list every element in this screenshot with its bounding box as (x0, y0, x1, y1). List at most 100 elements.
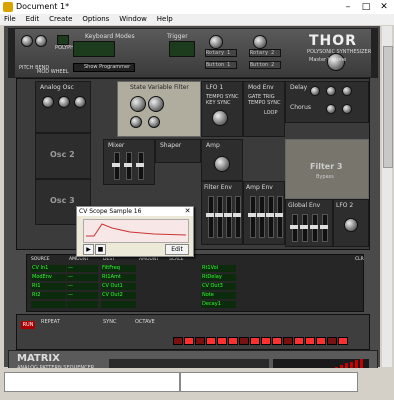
pitch-knob[interactable] (21, 35, 33, 47)
step-button[interactable] (305, 337, 315, 345)
amp-knob[interactable] (214, 156, 230, 172)
step-button[interactable] (239, 337, 249, 345)
chorus-knob-1[interactable] (326, 104, 336, 114)
step-button[interactable] (327, 337, 337, 345)
stop-button[interactable]: ■ (95, 244, 106, 255)
step-button[interactable] (217, 337, 227, 345)
mod-source[interactable]: Rt2 (31, 292, 66, 299)
mod-source-right[interactable]: Rt1Vol (201, 265, 236, 272)
mod-source-right[interactable]: RtDelay (201, 274, 236, 281)
transport-right-field[interactable] (180, 372, 358, 392)
global-env-slider-4[interactable] (320, 214, 328, 242)
filter-env-r[interactable] (233, 196, 241, 238)
rotary2-knob[interactable] (253, 35, 267, 49)
mod-source[interactable] (31, 301, 66, 308)
mod-dest[interactable]: Rt1Amt (101, 274, 136, 281)
mod-dest[interactable]: FiltFreq (101, 265, 136, 272)
maximize-button[interactable]: □ (358, 1, 374, 13)
menu-edit[interactable]: Edit (22, 14, 44, 24)
mod-source-right[interactable]: Note (201, 292, 236, 299)
filter-env-knob[interactable] (148, 116, 160, 128)
mod-source[interactable]: CV In1 (31, 265, 66, 272)
mod-env-tempo-sync[interactable]: TEMPO SYNC (248, 100, 281, 106)
play-button[interactable]: ▶ (83, 244, 94, 255)
lfo1-rate-knob[interactable] (212, 110, 228, 126)
step-button[interactable] (283, 337, 293, 345)
filter-freq-knob[interactable] (130, 96, 146, 112)
mixer-slider-2[interactable] (124, 152, 132, 180)
filter-env-s[interactable] (224, 196, 232, 238)
step-button[interactable] (195, 337, 205, 345)
filter-drive-knob[interactable] (130, 116, 142, 128)
mod-dest[interactable]: CV Out2 (101, 292, 136, 299)
mod-amount[interactable]: — (67, 265, 98, 272)
amp-env-d[interactable] (257, 196, 265, 238)
osc-knob-3[interactable] (74, 96, 86, 108)
mod-source[interactable]: ModEnv (31, 274, 66, 281)
step-button[interactable] (173, 337, 183, 345)
chorus-knob-2[interactable] (342, 104, 352, 114)
mod-source-right[interactable]: Decay1 (201, 301, 236, 308)
mod-row[interactable]: Rt2 — CV Out2 Note (29, 292, 361, 300)
step-button[interactable] (250, 337, 260, 345)
mixer-slider-1[interactable] (112, 152, 120, 180)
filter-res-knob[interactable] (148, 96, 164, 112)
step-button[interactable] (228, 337, 238, 345)
lfo1-key-sync[interactable]: KEY SYNC (206, 100, 231, 106)
mod-knob[interactable] (35, 35, 47, 47)
step-button[interactable] (184, 337, 194, 345)
mod-amount[interactable]: — (67, 292, 98, 299)
mod-row[interactable]: CV In1 — FiltFreq Rt1Vol (29, 265, 361, 273)
amp-env-a[interactable] (248, 196, 256, 238)
close-button[interactable]: ✕ (376, 1, 392, 13)
menu-options[interactable]: Options (78, 14, 113, 24)
run-button[interactable]: RUN (21, 321, 35, 329)
step-button[interactable] (316, 337, 326, 345)
amp-env-r[interactable] (275, 196, 283, 238)
mod-row[interactable]: Decay1 (29, 301, 361, 309)
transport-left-field[interactable] (4, 372, 180, 392)
mod-row[interactable]: Rt1 — CV Out1 CV Out3 (29, 283, 361, 291)
mod-source[interactable]: Rt1 (31, 283, 66, 290)
global-env-slider-1[interactable] (290, 214, 298, 242)
mod-amount[interactable]: — (67, 283, 98, 290)
mod-dest[interactable] (101, 301, 136, 308)
step-button[interactable] (272, 337, 282, 345)
lfo2-rate-knob[interactable] (344, 218, 358, 232)
step-button[interactable] (261, 337, 271, 345)
minimize-button[interactable]: – (340, 1, 356, 13)
menu-window[interactable]: Window (115, 14, 151, 24)
global-env-slider-3[interactable] (310, 214, 318, 242)
step-button[interactable] (206, 337, 216, 345)
mixer-slider-3[interactable] (136, 152, 144, 180)
menu-file[interactable]: File (0, 14, 20, 24)
filter-env-a[interactable] (206, 196, 214, 238)
step-button[interactable] (294, 337, 304, 345)
scrollbar-thumb[interactable] (383, 46, 393, 168)
delay-knob-3[interactable] (342, 86, 352, 96)
mod-dest[interactable]: CV Out1 (101, 283, 136, 290)
menu-create[interactable]: Create (45, 14, 76, 24)
step-button[interactable] (338, 337, 348, 345)
mod-env-loop[interactable]: LOOP (264, 110, 278, 116)
amp-env-s[interactable] (266, 196, 274, 238)
filter-env-d[interactable] (215, 196, 223, 238)
trigger-panel[interactable] (169, 41, 195, 57)
mod-amount[interactable] (67, 301, 98, 308)
menu-help[interactable]: Help (153, 14, 177, 24)
global-env-slider-2[interactable] (300, 214, 308, 242)
vertical-scrollbar[interactable] (382, 26, 393, 367)
keyboard-modes-panel[interactable] (73, 41, 115, 57)
mod-row[interactable]: ModEnv — Rt1Amt RtDelay (29, 274, 361, 282)
close-icon[interactable]: ✕ (183, 207, 192, 216)
filter3-bypass[interactable]: Bypass (316, 174, 334, 180)
rotary1-knob[interactable] (209, 35, 223, 49)
mod-amount[interactable]: — (67, 274, 98, 281)
delay-knob-2[interactable] (326, 86, 336, 96)
osc-knob-2[interactable] (58, 96, 70, 108)
osc-knob-1[interactable] (42, 96, 54, 108)
mod-source-right[interactable]: CV Out3 (201, 283, 236, 290)
show-programmer-button[interactable]: Show Programmer (73, 63, 135, 72)
edit-button[interactable]: Edit (165, 244, 189, 255)
delay-knob-1[interactable] (310, 86, 320, 96)
